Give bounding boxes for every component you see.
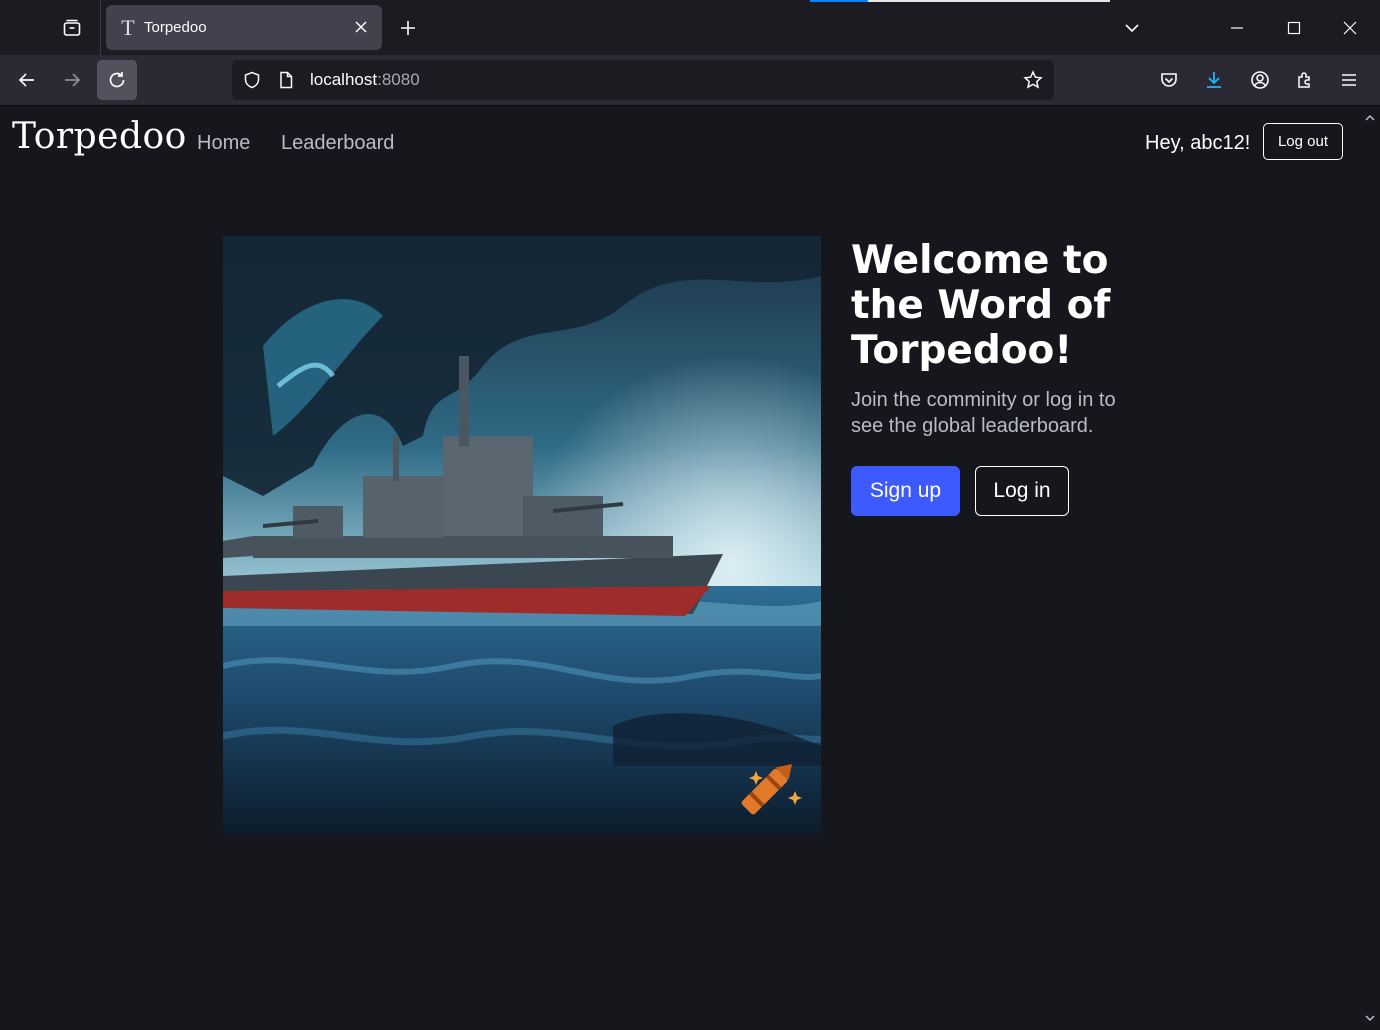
url-text[interactable]: localhost:8080 <box>310 70 420 90</box>
tab-title: Torpedoo <box>144 19 207 36</box>
minimize-icon[interactable] <box>1219 10 1255 46</box>
extensions-icon[interactable] <box>1285 60 1325 100</box>
active-tab[interactable]: T Torpedoo <box>106 5 382 50</box>
page-scrollbar[interactable] <box>1360 106 1380 1030</box>
tab-bar-progress-line <box>810 0 1110 2</box>
signup-button[interactable]: Sign up <box>851 466 960 516</box>
url-port: :8080 <box>377 70 420 89</box>
shield-icon[interactable] <box>242 70 262 90</box>
site-brand[interactable]: Torpedoo <box>12 116 187 157</box>
tab-favicon: T <box>121 14 135 40</box>
page-viewport: Torpedoo Home Leaderboard Hey, abc12! Lo… <box>0 106 1360 1030</box>
hero-title: Welcome to the Word of Torpedoo! <box>851 238 1111 373</box>
star-icon[interactable] <box>1023 70 1043 90</box>
back-icon[interactable] <box>7 60 47 100</box>
logout-button[interactable]: Log out <box>1263 123 1343 160</box>
url-host: localhost <box>310 70 378 89</box>
hero-battleship-image <box>223 236 821 834</box>
scroll-down-icon[interactable] <box>1364 1012 1376 1024</box>
browser-tab-bar: T Torpedoo <box>0 0 1380 55</box>
scroll-up-icon[interactable] <box>1364 112 1376 124</box>
hero-subtitle: Join the comminity or log in to see the … <box>851 389 1116 437</box>
forward-icon[interactable] <box>52 60 92 100</box>
pocket-icon[interactable] <box>1149 60 1189 100</box>
chevron-down-icon[interactable] <box>1114 10 1150 46</box>
close-icon[interactable] <box>352 18 370 36</box>
download-icon[interactable] <box>1194 60 1234 100</box>
page-icon[interactable] <box>276 70 296 90</box>
maximize-icon[interactable] <box>1276 10 1312 46</box>
browser-nav-bar: localhost:8080 <box>0 55 1380 106</box>
account-icon[interactable] <box>1240 60 1280 100</box>
url-bar[interactable]: localhost:8080 <box>232 60 1054 100</box>
tab-list-icon[interactable] <box>52 8 92 48</box>
menu-icon[interactable] <box>1329 60 1369 100</box>
nav-link-leaderboard[interactable]: Leaderboard <box>281 132 394 155</box>
reload-icon[interactable] <box>97 60 137 100</box>
window-close-icon[interactable] <box>1332 10 1368 46</box>
plus-icon[interactable] <box>392 12 424 44</box>
tab-separator <box>100 0 101 55</box>
user-greeting: Hey, abc12! <box>1145 132 1251 154</box>
login-button[interactable]: Log in <box>975 466 1069 516</box>
nav-link-home[interactable]: Home <box>197 132 250 155</box>
